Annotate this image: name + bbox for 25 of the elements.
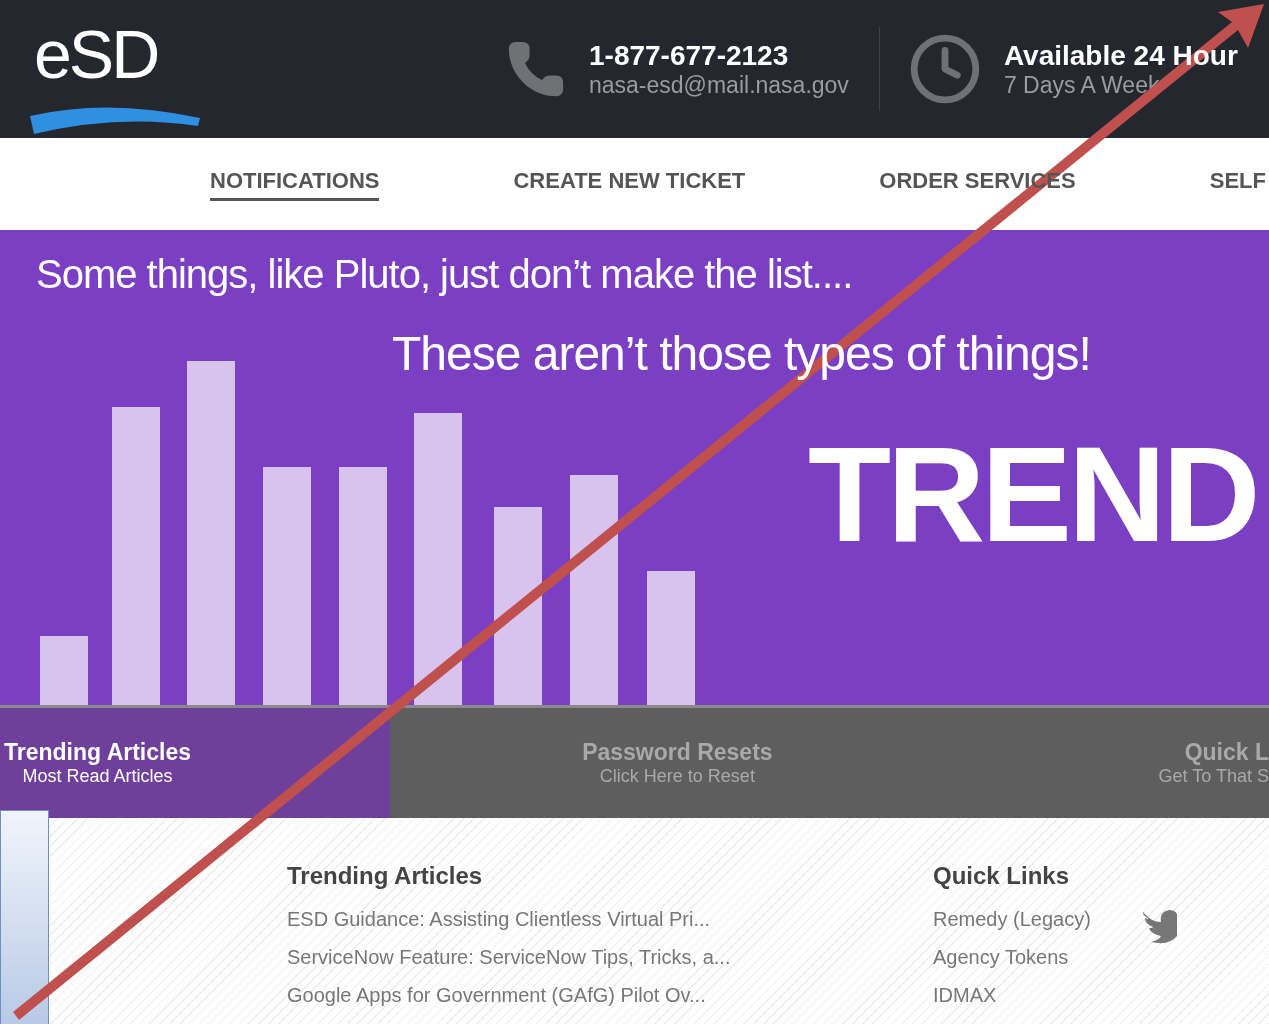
tab-subtitle: Click Here to Reset	[599, 766, 755, 787]
nav-link[interactable]: SELF	[1209, 167, 1266, 201]
article-link[interactable]: Google Apps for Government (GAfG) Pilot Ov...	[287, 976, 887, 1014]
tab-title: Quick L	[1184, 739, 1269, 766]
quick-link[interactable]: Remedy (Legacy)	[933, 900, 1213, 938]
email-address: nasa-esd@mail.nasa.gov	[589, 72, 849, 98]
phone-number: 1-877-677-2123	[589, 40, 790, 72]
article-link[interactable]: ESD Guidance: Assisting Clientless Virtual Pri...	[287, 900, 887, 938]
feature-tab[interactable]: Quick L Get To That S	[964, 708, 1269, 818]
banner-text: Some things, like Pluto, just don’t make the list....	[36, 252, 853, 297]
quick-link[interactable]: Agency Tokens	[933, 938, 1213, 976]
quick-link[interactable]: IDMAX	[933, 976, 1213, 1014]
nav-link[interactable]: NOTIFICATIONS	[210, 167, 380, 201]
nav-link[interactable]: CREATE NEW TICKET	[513, 167, 746, 201]
tab-title: Password Resets	[582, 739, 773, 766]
feature-tab[interactable]: Trending Articles Most Read Articles	[0, 708, 390, 818]
article-link[interactable]: ServiceNow Feature: ServiceNow Tips, Tricks, a...	[287, 938, 887, 976]
logo-text: eSD	[34, 20, 158, 88]
tab-title: Trending Articles	[4, 739, 192, 766]
section-heading: Quick Links	[933, 862, 1071, 890]
tab-subtitle: Get To That S	[1158, 766, 1269, 787]
tab-subtitle: Most Read Articles	[22, 766, 173, 787]
banner-headline: TREND	[808, 426, 1257, 562]
feature-tab[interactable]: Password Resets Click Here to Reset	[389, 708, 965, 818]
section-heading: Trending Articles	[287, 862, 484, 890]
